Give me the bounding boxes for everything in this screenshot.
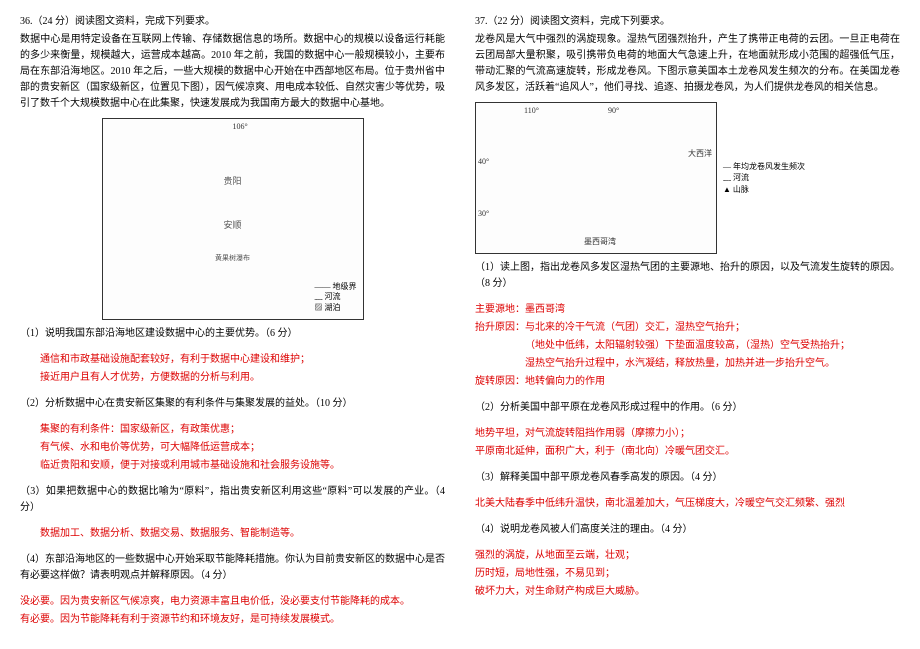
lon-label: 106° <box>233 121 248 134</box>
q36-3: （3）如果把数据中心的数据比喻为“原料”，指出贵安新区利用这些“原料”可以发展的… <box>20 484 445 516</box>
legend-river: ﹏ 河流 <box>315 292 357 302</box>
q37-1-ans-l2: 抬升原因：与北来的冷干气流（气团）交汇，湿热空气抬升； <box>475 320 900 336</box>
legend-mountain: ▲ 山脉 <box>723 184 805 195</box>
q36-2-ans-l3: 临近贵阳和安顺，便于对接或利用城市基础设施和社会服务设施等。 <box>20 458 445 474</box>
lat-30: 30° <box>478 208 489 221</box>
lon-110: 110° <box>524 105 539 118</box>
map-city-guiyang: 贵阳 <box>215 174 250 188</box>
q36-4-ans-l1: 没必要。因为贵安新区气候凉爽，电力资源丰富且电价低，没必要支付节能降耗的成本。 <box>20 594 445 610</box>
q37-2-ans-l2: 平原南北延伸，面积广大，利于（南北向）冷暖气团交汇。 <box>475 444 900 460</box>
q36-1-ans-l1: 通信和市政基础设施配套较好，有利于数据中心建设和维护； <box>20 352 445 368</box>
q37-1-ans-l5: 旋转原因：地转偏向力的作用 <box>475 374 900 390</box>
q36-2: （2）分析数据中心在贵安新区集聚的有利条件与集聚发展的益处。（10 分） <box>20 396 445 412</box>
q37-4-ans-l1: 强烈的涡旋，从地面至云端，壮观； <box>475 548 900 564</box>
label-atlantic: 大西洋 <box>688 148 712 161</box>
legend-river2: ﹏ 河流 <box>723 172 805 183</box>
q37-3: （3）解释美国中部平原龙卷风春季高发的原因。（4 分） <box>475 470 900 486</box>
q36-1: （1）说明我国东部沿海地区建设数据中心的主要优势。（6 分） <box>20 326 445 342</box>
map-usa: 110° 90° 40° 30° 大西洋 墨西哥湾 <box>475 102 717 254</box>
q37-header: 37.（22 分）阅读图文资料，完成下列要求。 <box>475 14 900 30</box>
map1-legend: —— 地级界 ﹏ 河流 ▨ 湖泊 <box>315 282 357 313</box>
q37-2-ans-l1: 地势平坦，对气流旋转阻挡作用弱（摩擦力小）； <box>475 426 900 442</box>
q37-1-ans-l3: （地处中低纬，太阳辐射较强）下垫面温度较高，（湿热）空气受热抬升； <box>475 338 900 354</box>
legend-boundary: —— 地级界 <box>315 282 357 292</box>
q37-intro: 龙卷风是大气中强烈的涡旋现象。湿热气团强烈抬升，产生了携带正电荷的云团。一旦正电… <box>475 32 900 96</box>
map-city-anshun: 安顺 <box>215 218 250 232</box>
legend-freq: — 年均龙卷风发生频次 <box>723 161 805 172</box>
label-gulf: 墨西哥湾 <box>584 236 616 249</box>
q37-1: （1）读上图，指出龙卷风多发区湿热气团的主要源地、抬升的原因，以及气流发生旋转的… <box>475 260 900 292</box>
q36-1-ans-l2: 接近用户且有人才优势，方便数据的分析与利用。 <box>20 370 445 386</box>
q37-1-ans-l4: 湿热空气抬升过程中，水汽凝结，释放热量，加热并进一步抬升空气。 <box>475 356 900 372</box>
left-column: 36.（24 分）阅读图文资料，完成下列要求。 数据中心是用特定设备在互联网上传… <box>20 12 445 630</box>
lat-40: 40° <box>478 156 489 169</box>
q36-2-ans-l1: 集聚的有利条件：国家级新区，有政策优惠； <box>20 422 445 438</box>
map2-legend: — 年均龙卷风发生频次 ﹏ 河流 ▲ 山脉 <box>723 161 805 195</box>
right-column: 37.（22 分）阅读图文资料，完成下列要求。 龙卷风是大气中强烈的涡旋现象。湿… <box>475 12 900 630</box>
q36-header: 36.（24 分）阅读图文资料，完成下列要求。 <box>20 14 445 30</box>
map-waterfall: 黄果树瀑布 <box>215 253 250 264</box>
map-row: 110° 90° 40° 30° 大西洋 墨西哥湾 — 年均龙卷风发生频次 ﹏ … <box>475 102 900 254</box>
q36-4-ans-l2: 有必要。因为节能降耗有利于资源节约和环境友好，是可持续发展模式。 <box>20 612 445 628</box>
q37-2: （2）分析美国中部平原在龙卷风形成过程中的作用。（6 分） <box>475 400 900 416</box>
q36-3-ans: 数据加工、数据分析、数据交易、数据服务、智能制造等。 <box>20 526 445 542</box>
two-column-layout: 36.（24 分）阅读图文资料，完成下列要求。 数据中心是用特定设备在互联网上传… <box>20 12 900 630</box>
q36-2-ans-l2: 有气候、水和电价等优势，可大幅降低运营成本； <box>20 440 445 456</box>
q37-1-ans-l1: 主要源地：墨西哥湾 <box>475 302 900 318</box>
map-placeholder: 贵阳 安顺 黄果树瀑布 <box>211 170 254 268</box>
q37-3-ans: 北美大陆春季中低纬升温快，南北温差加大，气压梯度大，冷暖空气交汇频繁、强烈 <box>475 496 900 512</box>
q37-4-ans-l3: 破坏力大，对生命财产构成巨大威胁。 <box>475 584 900 600</box>
q37-4: （4）说明龙卷风被人们高度关注的理由。（4 分） <box>475 522 900 538</box>
legend-lake: ▨ 湖泊 <box>315 303 357 313</box>
map-guizhou: 106° 贵阳 安顺 黄果树瀑布 —— 地级界 ﹏ 河流 ▨ 湖泊 <box>102 118 364 320</box>
q36-intro: 数据中心是用特定设备在互联网上传输、存储数据信息的场所。数据中心的规模以设备运行… <box>20 32 445 112</box>
lon-90: 90° <box>608 105 619 118</box>
q36-4: （4）东部沿海地区的一些数据中心开始采取节能降耗措施。你认为目前贵安新区的数据中… <box>20 552 445 584</box>
q37-4-ans-l2: 历时短，局地性强，不易见到； <box>475 566 900 582</box>
